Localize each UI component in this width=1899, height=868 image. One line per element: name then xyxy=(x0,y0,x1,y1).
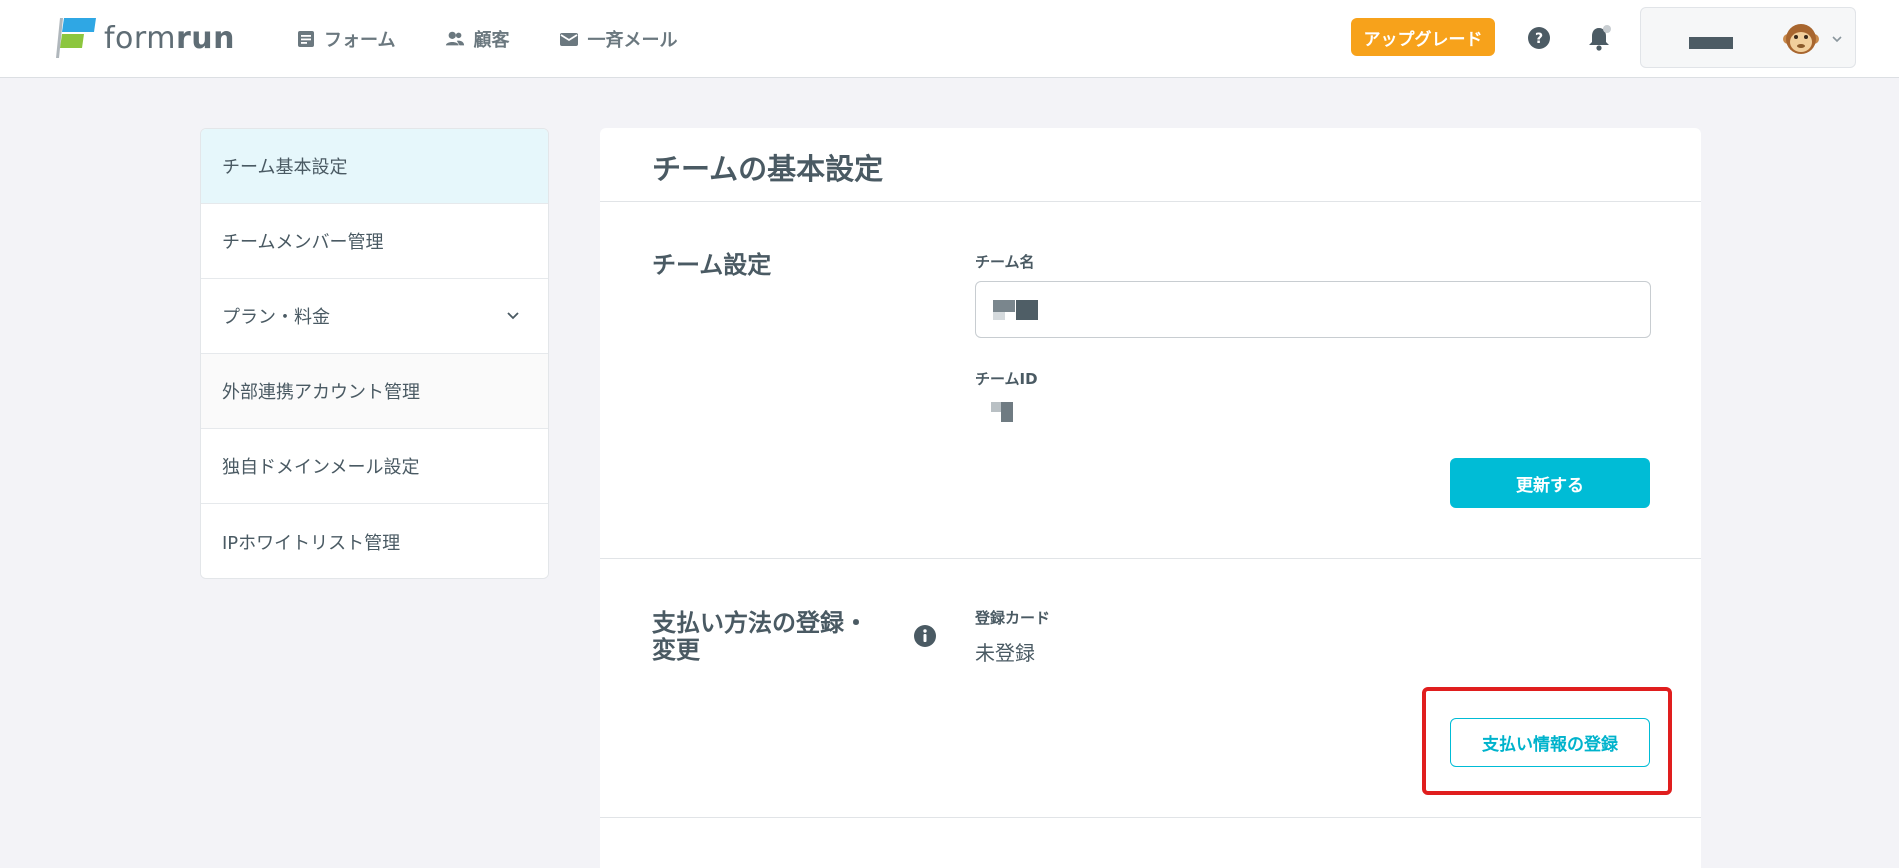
sidebar-item-label: チーム基本設定 xyxy=(222,157,348,178)
nav-customers[interactable]: 顧客 xyxy=(445,24,509,54)
top-header: formrun フォーム 顧客 一斉メール アップグレード ? xyxy=(0,0,1899,78)
payment-heading-line1: 支払い方法の登録・ xyxy=(652,609,868,637)
team-name-label: チーム名 xyxy=(975,253,1035,271)
sidebar-item-label: 独自ドメインメール設定 xyxy=(222,457,420,478)
bell-icon[interactable] xyxy=(1587,24,1613,52)
settings-sidebar: チーム基本設定 チームメンバー管理 プラン・料金 外部連携アカウント管理 独自ド… xyxy=(200,128,549,579)
page-title: チームの基本設定 xyxy=(652,152,884,186)
team-settings-heading: チーム設定 xyxy=(652,251,772,279)
redacted-value xyxy=(993,312,1005,320)
main-nav: フォーム 顧客 一斉メール xyxy=(296,24,677,54)
registered-card-value: 未登録 xyxy=(975,641,1035,665)
redacted-value xyxy=(1016,300,1038,320)
registered-card-label: 登録カード xyxy=(975,609,1051,627)
redacted-value xyxy=(993,300,1015,312)
update-button[interactable]: 更新する xyxy=(1450,458,1650,508)
sidebar-item-label: チームメンバー管理 xyxy=(222,232,384,253)
nav-forms-label: フォーム xyxy=(324,30,396,51)
nav-bulk-mail-label: 一斉メール xyxy=(587,30,678,51)
team-id-redacted xyxy=(1001,402,1013,422)
sidebar-item-team-members[interactable]: チームメンバー管理 xyxy=(201,204,548,279)
sidebar-item-label: 外部連携アカウント管理 xyxy=(222,382,420,403)
sidebar-item-plan-pricing[interactable]: プラン・料金 xyxy=(201,279,548,354)
upgrade-button[interactable]: アップグレード xyxy=(1351,18,1495,56)
sidebar-item-ip-whitelist[interactable]: IPホワイトリスト管理 xyxy=(201,504,548,578)
formrun-logo[interactable]: formrun xyxy=(54,16,235,60)
nav-customers-label: 顧客 xyxy=(473,30,510,51)
sidebar-item-external-accounts[interactable]: 外部連携アカウント管理 xyxy=(201,354,548,429)
help-icon[interactable]: ? xyxy=(1527,26,1551,50)
sidebar-item-team-basic[interactable]: チーム基本設定 xyxy=(201,129,548,204)
divider xyxy=(600,817,1701,818)
nav-bulk-mail[interactable]: 一斉メール xyxy=(559,24,677,54)
logo-wordmark: formrun xyxy=(104,20,235,56)
team-name-input[interactable] xyxy=(975,281,1651,338)
sidebar-item-custom-domain-mail[interactable]: 独自ドメインメール設定 xyxy=(201,429,548,504)
info-icon[interactable] xyxy=(913,624,937,648)
account-name-redacted xyxy=(1689,37,1733,49)
chevron-down-icon xyxy=(1832,36,1842,43)
team-id-label: チームID xyxy=(975,370,1038,388)
form-icon xyxy=(298,31,314,47)
divider xyxy=(600,201,1701,202)
payment-heading-line2: 変更 xyxy=(652,636,700,664)
chevron-down-icon xyxy=(507,312,519,320)
account-menu[interactable] xyxy=(1640,7,1856,68)
svg-text:?: ? xyxy=(1535,31,1543,47)
nav-forms[interactable]: フォーム xyxy=(296,24,395,54)
sidebar-item-label: プラン・料金 xyxy=(222,307,330,328)
users-icon xyxy=(446,31,465,46)
divider xyxy=(600,558,1701,559)
mail-icon xyxy=(560,33,579,46)
sidebar-item-label: IPホワイトリスト管理 xyxy=(222,532,401,554)
formrun-flag-icon xyxy=(56,18,96,58)
payment-method-heading: 支払い方法の登録・ 変更 xyxy=(652,610,868,664)
monkey-avatar-icon xyxy=(1783,24,1819,54)
highlight-box xyxy=(1422,687,1672,795)
